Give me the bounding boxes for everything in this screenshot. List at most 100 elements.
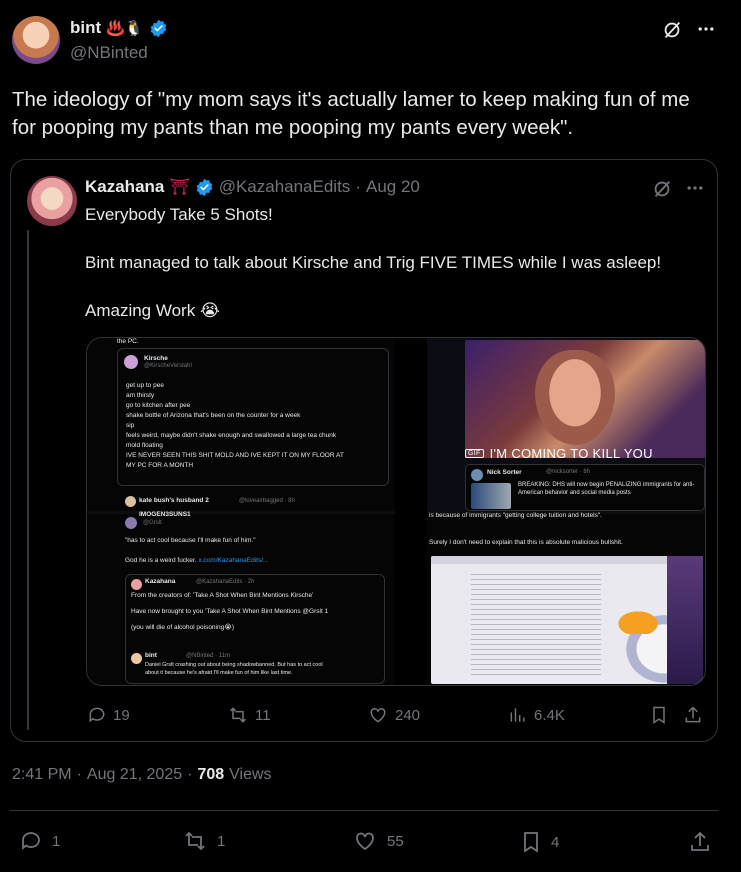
bl-top-handle: @Grslt (143, 520, 162, 526)
tr-nick-tweet: Nick Sorter @nicksorter · 8h BREAKING: D… (465, 464, 705, 511)
bl-b-avatar (131, 653, 142, 664)
retweet-button[interactable]: 1 (181, 829, 225, 853)
quote-avatar[interactable] (27, 176, 77, 226)
quote-date[interactable]: Aug 20 (366, 177, 420, 197)
author-avatar[interactable] (12, 16, 60, 64)
views-chart-icon (510, 708, 525, 722)
tl-line: mold floating (126, 442, 163, 449)
br-line2: Surely I don't need to explain that this… (429, 539, 623, 546)
author-name[interactable]: bint (70, 18, 101, 38)
bl-b-handle: @NBinted · 11m (186, 653, 230, 659)
divider (10, 810, 718, 811)
quote-views-count: 6.4K (534, 706, 565, 724)
views-label: Views (229, 766, 272, 783)
thread-line (27, 230, 29, 730)
bl-k-line: (you will die of alcohol poisoning😭) (131, 624, 234, 631)
bl-k-line: Have now brought to you 'Take A Shot Whe… (131, 608, 329, 615)
media-top-left[interactable]: the PC. Kirsche @KirscheVerstahl get up … (87, 338, 395, 511)
verified-badge-icon (196, 178, 213, 196)
tr-nick-avatar (471, 469, 483, 481)
bl-k-lines: From the creators of: 'Take A Shot When … (131, 591, 381, 633)
bookmark-icon (524, 832, 538, 853)
quote-author-name[interactable]: Kazahana (85, 177, 164, 197)
tr-nick-handle: @nicksorter · 8h (546, 469, 591, 475)
gif-caption-row: GIF I'M COMING TO KILL YOU (465, 446, 653, 461)
author-handle[interactable]: @NBinted (70, 43, 148, 63)
like-button[interactable]: 55 (351, 829, 404, 853)
quoted-tweet[interactable]: Kazahana ⛩ @KazahanaEdits · Aug 20 Every… (10, 159, 718, 742)
quote-author-emoji: ⛩ (169, 179, 190, 196)
tl-inner-handle: @KirscheVerstahl (144, 363, 192, 369)
gif-caption: I'M COMING TO KILL YOU (489, 446, 653, 461)
tl-top-fragment: the PC. (117, 338, 139, 345)
verified-badge-icon (150, 19, 166, 37)
bookmark-count: 4 (551, 833, 560, 851)
retweet-icon (185, 831, 205, 851)
reply-icon (89, 707, 105, 723)
bl-quote2: God he is a weird fucker. (125, 557, 197, 564)
tl-line: feels weird, maybe didn't shake enough a… (126, 432, 337, 439)
br-stream-overlay (667, 556, 703, 684)
br-line1: is because of immigrants "getting colleg… (429, 512, 602, 519)
media-bottom-right[interactable]: is because of immigrants "getting colleg… (427, 512, 705, 685)
gif-face (535, 350, 615, 445)
reply-count: 1 (52, 832, 61, 850)
dot-separator: · (187, 766, 193, 783)
quote-views-stat[interactable]: 6.4K (508, 705, 565, 725)
media-grid[interactable]: the PC. Kirsche @KirscheVerstahl get up … (86, 337, 706, 686)
heart-icon (356, 832, 374, 851)
quote-author-handle[interactable]: @KazahanaEdits (219, 177, 351, 197)
quote-line-3: Amazing Work 😭 (85, 301, 220, 320)
quote-retweet-stat[interactable]: 11 (227, 705, 271, 725)
bl-b-name: bint (145, 652, 157, 659)
quote-more-icon[interactable] (685, 178, 705, 203)
quote-bookmark-icon[interactable] (649, 704, 669, 731)
br-hat (613, 608, 663, 634)
media-bottom-left[interactable]: IMOGEN3SUNS1 @Grslt "has to act cool bec… (87, 511, 395, 685)
br-screenshot (431, 556, 703, 684)
more-options-icon[interactable] (696, 19, 716, 44)
tl-line: IVE NEVER SEEN THIS SHIT MOLD AND IVE KE… (126, 452, 344, 459)
quote-grok-icon[interactable] (651, 178, 673, 205)
reply-button[interactable]: 1 (18, 829, 60, 853)
bl-b-line: about it because he's afraid I'll make f… (145, 670, 293, 676)
br-browser-bar (431, 556, 703, 564)
quote-line-2: Bint managed to talk about Kirsche and T… (85, 253, 662, 272)
share-icon[interactable] (688, 829, 712, 860)
media-top-right[interactable]: GIF I'M COMING TO KILL YOU Nick Sorter @… (427, 338, 705, 511)
tl-inner-avatar (124, 355, 138, 369)
tl-footer-avatar (125, 496, 136, 507)
tl-line: am thirsty (126, 392, 155, 399)
quote-share-icon[interactable] (683, 704, 703, 731)
tr-nick-text: BREAKING: DHS will now begin PENALIZING … (518, 482, 695, 496)
bl-k-line: From the creators of: 'Take A Shot When … (131, 592, 314, 599)
tweet-date[interactable]: Aug 21, 2025 (87, 766, 182, 784)
bookmark-button[interactable]: 4 (519, 829, 559, 855)
author-emojis: ♨️🐧 (106, 20, 144, 37)
reply-icon (22, 832, 40, 850)
tl-line: get up to pee (126, 382, 164, 389)
grok-icon[interactable] (661, 19, 683, 46)
bl-link[interactable]: x.com/KazahanaEdits/... (198, 557, 268, 564)
tweet-meta: 2:41 PM · Aug 21, 2025 · 708 Views (12, 766, 272, 784)
dot-separator: · (76, 766, 82, 783)
quote-like-stat[interactable]: 240 (367, 705, 420, 725)
tl-line: sip (126, 422, 135, 429)
like-count: 55 (387, 832, 404, 850)
bl-quote1: "has to act cool because I'll make fun o… (125, 537, 256, 544)
tweet-time[interactable]: 2:41 PM (12, 766, 72, 784)
tl-footer-handle: @loveairbagged · 8h (239, 498, 295, 504)
bl-k-handle: @KazahanaEdits · 2h (196, 579, 255, 585)
retweet-count: 1 (217, 832, 226, 850)
tl-line: go to kitchen after pee (126, 402, 191, 409)
bl-quote2-row: God he is a weird fucker. x.com/Kazahana… (125, 556, 268, 566)
quote-reply-stat[interactable]: 19 (87, 705, 130, 725)
media-gutter (395, 338, 427, 685)
tl-footer-name: kate bush's husband 2 (139, 497, 209, 504)
quote-reply-count: 19 (113, 706, 130, 724)
quote-retweet-count: 11 (255, 706, 271, 724)
tweet-text: The ideology of "my mom says it's actual… (12, 88, 690, 139)
dot-separator: · (355, 177, 361, 196)
br-article-lines (471, 570, 601, 678)
gif-badge: GIF (465, 449, 484, 458)
